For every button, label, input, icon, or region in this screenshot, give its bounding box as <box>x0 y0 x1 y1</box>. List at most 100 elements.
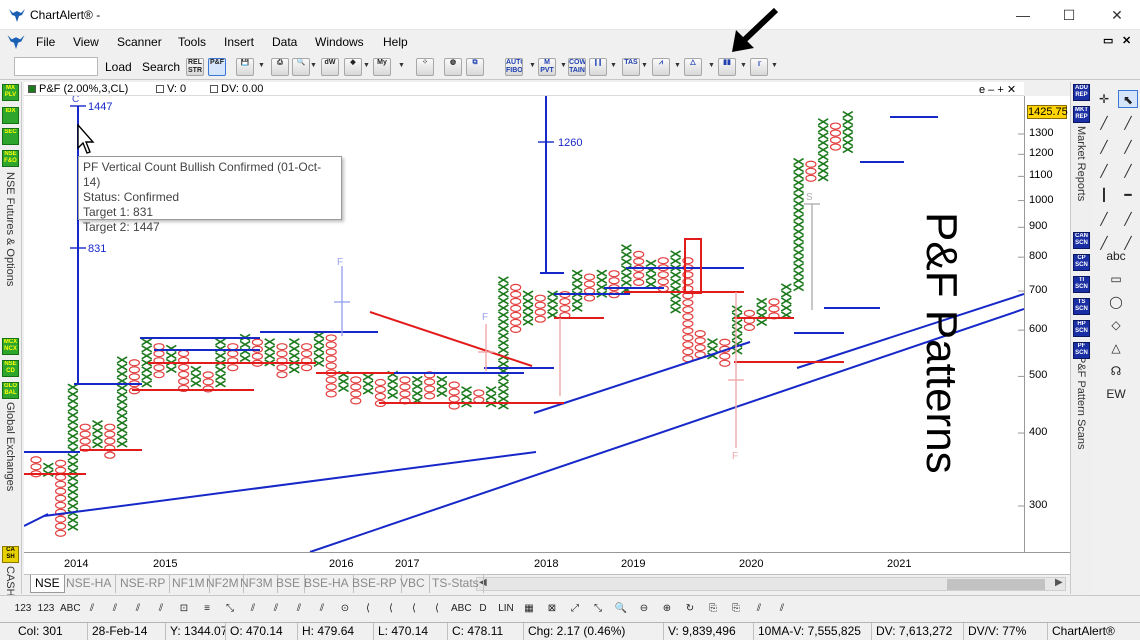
drawing-tool-5-icon[interactable]: ╱ <box>1118 138 1138 156</box>
report-button-0[interactable]: ADU REP <box>1073 84 1090 101</box>
menu-scanner[interactable]: Scanner <box>117 35 162 49</box>
bottom-tool-10-icon[interactable]: ⫽ <box>244 600 262 618</box>
load-button[interactable]: Load <box>102 57 135 77</box>
bottom-tool-25-icon[interactable]: ⤡ <box>589 600 607 618</box>
drawing-tool-8-icon[interactable]: ┃ <box>1094 186 1114 204</box>
dropdown-caret-icon[interactable]: ▼ <box>674 62 681 69</box>
bottom-tool-16-icon[interactable]: ⟨ <box>382 600 400 618</box>
bottom-tool-21-icon[interactable]: LIN <box>497 600 515 618</box>
dropdown-caret-icon[interactable]: ▼ <box>258 62 265 69</box>
tab-nse-ha[interactable]: NSE-HA <box>62 575 117 593</box>
bottom-tool-2-icon[interactable]: ABC <box>60 600 81 618</box>
toolbar-print-icon[interactable]: ⎙ <box>271 58 289 76</box>
bottom-tool-27-icon[interactable]: ⊖ <box>635 600 653 618</box>
tab-nse[interactable]: NSE <box>30 575 65 593</box>
global-button-2[interactable]: GLO BAL <box>2 382 19 399</box>
cash-button[interactable]: CA SH <box>2 546 19 563</box>
bottom-tool-33-icon[interactable]: ⫽ <box>773 600 791 618</box>
bottom-tool-32-icon[interactable]: ⫽ <box>750 600 768 618</box>
dropdown-caret-icon[interactable]: ▼ <box>708 62 715 69</box>
drawing-tool-2-icon[interactable]: ╱ <box>1094 114 1114 132</box>
tab-bse-rp[interactable]: BSE-RP <box>348 575 402 593</box>
toolbar-steps-icon[interactable]: ╓ <box>750 58 768 76</box>
toolbar-cow-tain-icon[interactable]: COW TAIN <box>568 58 586 76</box>
drawing-tool-14-icon[interactable]: abc <box>1106 247 1126 265</box>
horizontal-scrollbar[interactable]: ◀ ▶ <box>476 577 1066 591</box>
toolbar-dw-icon[interactable]: dW <box>321 58 339 76</box>
bottom-tool-19-icon[interactable]: ABC <box>451 600 472 618</box>
global-button-1[interactable]: NSE CD <box>2 360 19 377</box>
dropdown-caret-icon[interactable]: ▼ <box>641 62 648 69</box>
drawing-tool-6-icon[interactable]: ╱ <box>1094 162 1114 180</box>
exchange-button-3[interactable]: NSE F&O <box>2 150 19 167</box>
toolbar-globe-icon[interactable]: ◍ <box>444 58 462 76</box>
exchange-button-0[interactable]: MX PLV <box>2 84 19 101</box>
bottom-tool-28-icon[interactable]: ⊕ <box>658 600 676 618</box>
bottom-tool-20-icon[interactable]: D <box>474 600 492 618</box>
mdi-restore-button[interactable]: ▭ <box>1103 34 1113 47</box>
drawing-tool-10-icon[interactable]: ╱ <box>1094 210 1114 228</box>
drawing-tool-7-icon[interactable]: ╱ <box>1118 162 1138 180</box>
drawing-tool-17-icon[interactable]: ◇ <box>1106 316 1126 334</box>
scan-button-3[interactable]: TS SCN <box>1073 298 1090 315</box>
toolbar-tas-icon[interactable]: TAS <box>622 58 640 76</box>
scan-button-1[interactable]: CP SCN <box>1073 254 1090 271</box>
dropdown-caret-icon[interactable]: ▼ <box>310 62 317 69</box>
menu-help[interactable]: Help <box>383 35 408 49</box>
toolbar-triangle-icon[interactable]: △ <box>684 58 702 76</box>
exchange-button-1[interactable]: IDX <box>2 107 19 124</box>
dropdown-caret-icon[interactable]: ▼ <box>610 62 617 69</box>
tab-ts-stats[interactable]: TS-Stats <box>428 575 484 593</box>
toolbar-pf-chart-icon[interactable]: P&F <box>208 58 226 76</box>
toolbar-save-icon[interactable]: 💾 <box>236 58 254 76</box>
toolbar-auto-fibo-icon[interactable]: AUTO FIBO <box>505 58 523 76</box>
bottom-tool-14-icon[interactable]: ⊙ <box>336 600 354 618</box>
toolbar-print-preview-icon[interactable]: 🔍 <box>292 58 310 76</box>
scan-button-2[interactable]: TI SCN <box>1073 276 1090 293</box>
drawing-tool-1-icon[interactable]: ⬉ <box>1118 90 1138 108</box>
drawing-tool-4-icon[interactable]: ╱ <box>1094 138 1114 156</box>
drawing-tool-3-icon[interactable]: ╱ <box>1118 114 1138 132</box>
drawing-tool-16-icon[interactable]: ◯ <box>1106 293 1126 311</box>
exchange-button-2[interactable]: SEC <box>2 128 19 145</box>
scan-button-5[interactable]: PF SCN <box>1073 342 1090 359</box>
menu-tools[interactable]: Tools <box>178 35 206 49</box>
toolbar-my-icon[interactable]: My <box>373 58 391 76</box>
dropdown-caret-icon[interactable]: ▼ <box>398 62 405 69</box>
symbol-search-input[interactable] <box>14 57 98 76</box>
toolbar-copy-icon[interactable]: ⧉ <box>466 58 484 76</box>
toolbar-pf-bars-icon[interactable]: ▮▮ <box>718 58 736 76</box>
bottom-tool-15-icon[interactable]: ⟨ <box>359 600 377 618</box>
scroll-thumb[interactable] <box>947 579 1045 590</box>
chart-window-controls[interactable]: e – + ✕ <box>979 83 1016 96</box>
toolbar-rel-str-icon[interactable]: REL STR <box>186 58 204 76</box>
bottom-tool-26-icon[interactable]: 🔍 <box>612 600 630 618</box>
toolbar-candle-icon[interactable]: ┃┃ <box>589 58 607 76</box>
menu-windows[interactable]: Windows <box>315 35 364 49</box>
dropdown-caret-icon[interactable]: ▼ <box>529 62 536 69</box>
scroll-right-icon[interactable]: ▶ <box>1055 577 1063 588</box>
bottom-tool-24-icon[interactable]: ⤢ <box>566 600 584 618</box>
bottom-tool-13-icon[interactable]: ⫽ <box>313 600 331 618</box>
bottom-tool-0-icon[interactable]: 123 <box>14 600 32 618</box>
bottom-tool-6-icon[interactable]: ⫽ <box>152 600 170 618</box>
bottom-tool-12-icon[interactable]: ⫽ <box>290 600 308 618</box>
toolbar-m-pvt-icon[interactable]: M PVT <box>538 58 556 76</box>
drawing-tool-20-icon[interactable]: EW <box>1106 385 1126 403</box>
search-button[interactable]: Search <box>139 57 183 77</box>
bottom-tool-18-icon[interactable]: ⟨ <box>428 600 446 618</box>
drawing-tool-11-icon[interactable]: ╱ <box>1118 210 1138 228</box>
bottom-tool-4-icon[interactable]: ⫽ <box>106 600 124 618</box>
bottom-tool-17-icon[interactable]: ⟨ <box>405 600 423 618</box>
toolbar-scatter-icon[interactable]: ⁘ <box>416 58 434 76</box>
bottom-tool-9-icon[interactable]: ⤡ <box>221 600 239 618</box>
menu-file[interactable]: File <box>36 35 55 49</box>
drawing-tool-9-icon[interactable]: ━ <box>1118 186 1138 204</box>
dropdown-caret-icon[interactable]: ▼ <box>740 62 747 69</box>
tab-bse-ha[interactable]: BSE-HA <box>300 575 354 593</box>
drawing-tool-19-icon[interactable]: ☊ <box>1106 362 1126 380</box>
tab-nse-rp[interactable]: NSE-RP <box>116 575 171 593</box>
bottom-tool-8-icon[interactable]: ≡ <box>198 600 216 618</box>
drawing-tool-0-icon[interactable]: ✛ <box>1094 90 1114 108</box>
toolbar-pattern-icon[interactable]: ⩘ <box>652 58 670 76</box>
